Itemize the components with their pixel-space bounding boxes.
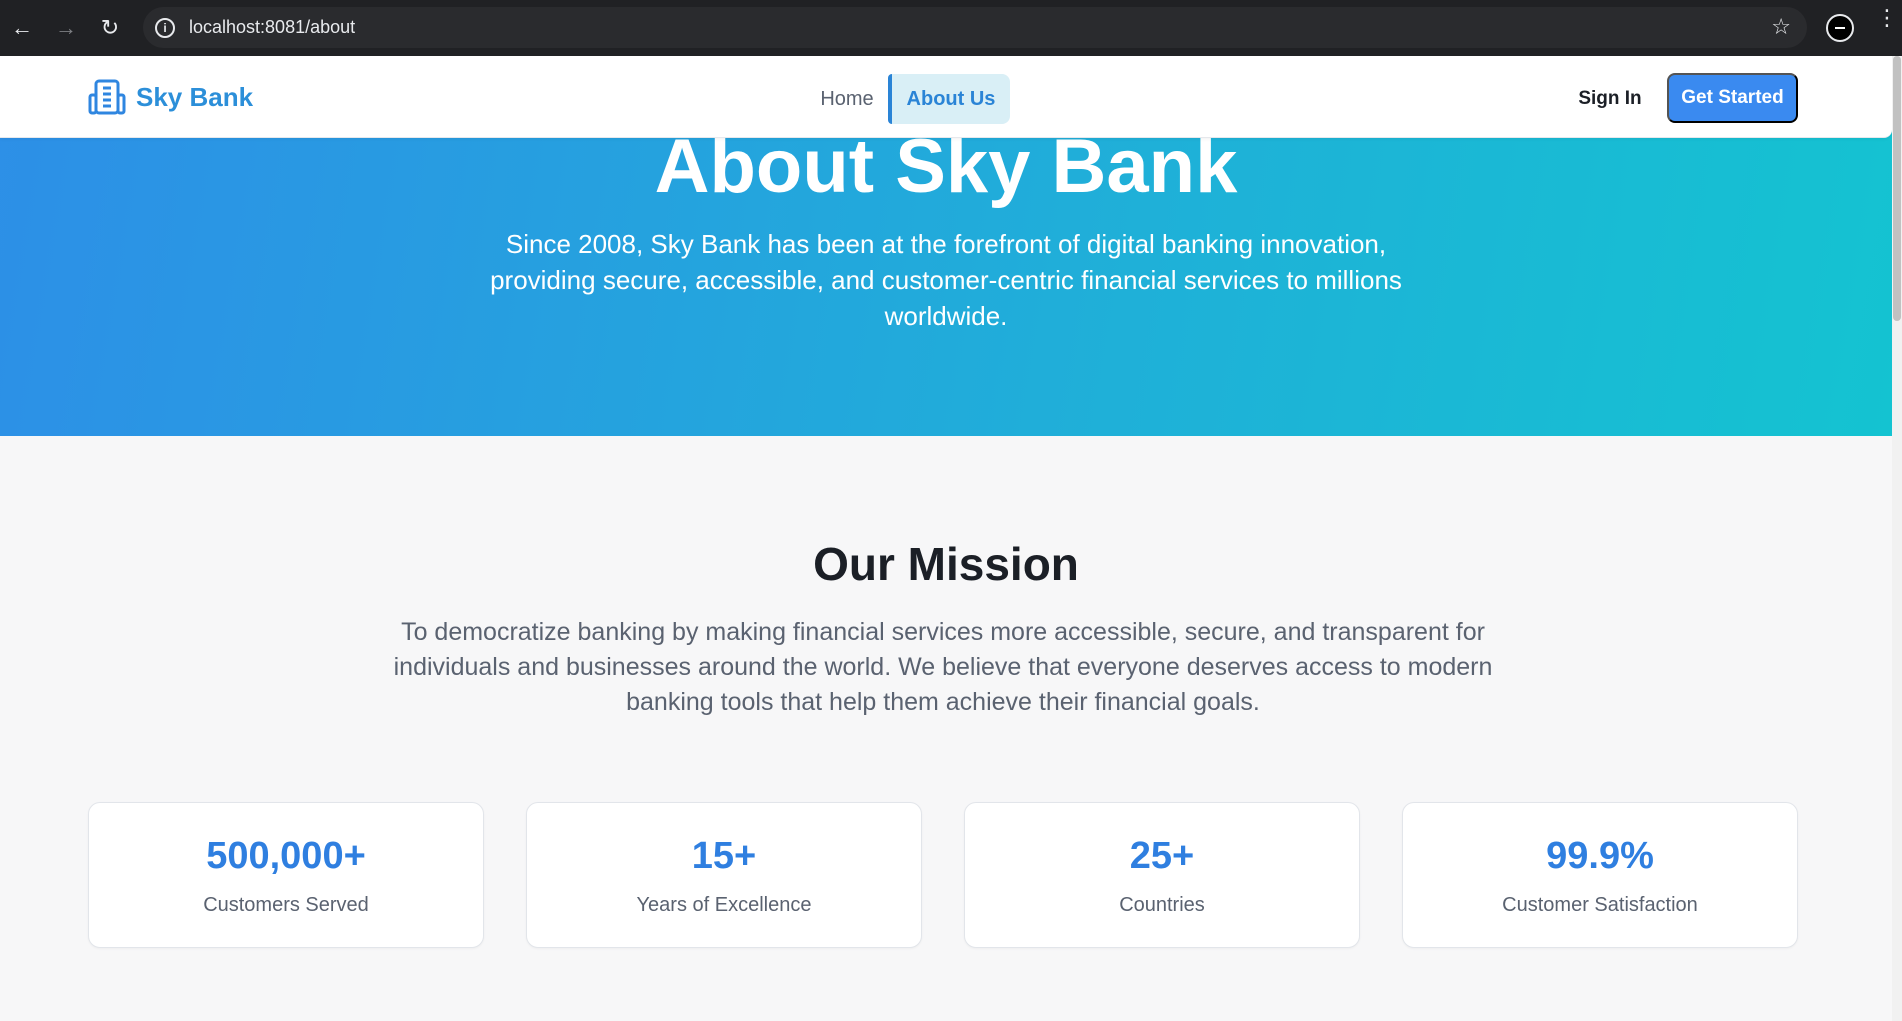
stat-card-countries: 25+ Countries bbox=[964, 802, 1360, 948]
address-bar[interactable]: i localhost:8081/about ☆ bbox=[143, 7, 1807, 48]
back-icon[interactable]: ← bbox=[6, 12, 38, 44]
browser-toolbar: ← → ↻ i localhost:8081/about ☆ ⋮ bbox=[0, 0, 1902, 56]
stat-label: Customers Served bbox=[203, 894, 369, 916]
brand-name: Sky Bank bbox=[136, 81, 254, 112]
scrollbar-thumb[interactable] bbox=[1893, 56, 1901, 321]
stat-label: Years of Excellence bbox=[636, 894, 812, 916]
profile-avatar[interactable] bbox=[1826, 14, 1854, 42]
page-viewport: About Sky Bank Since 2008, Sky Bank has … bbox=[0, 56, 1892, 1021]
stats-grid: 500,000+ Customers Served 15+ Years of E… bbox=[88, 802, 1798, 948]
bookmark-star-icon[interactable]: ☆ bbox=[1771, 14, 1791, 40]
reload-icon[interactable]: ↻ bbox=[94, 12, 126, 44]
stat-card-customers: 500,000+ Customers Served bbox=[88, 802, 484, 948]
site-info-icon[interactable]: i bbox=[155, 17, 175, 38]
stat-card-years: 15+ Years of Excellence bbox=[526, 802, 922, 948]
stat-card-satisfaction: 99.9% Customer Satisfaction bbox=[1402, 802, 1798, 948]
site-header: Sky Bank Home About Us Sign In Get Start… bbox=[0, 56, 1892, 138]
nav-home-link[interactable]: Home bbox=[804, 74, 890, 124]
building-icon bbox=[88, 79, 126, 115]
get-started-button[interactable]: Get Started bbox=[1667, 73, 1798, 123]
stat-value: 25+ bbox=[1129, 835, 1195, 877]
stat-value: 15+ bbox=[691, 835, 757, 877]
stat-value: 99.9% bbox=[1546, 835, 1654, 877]
stat-label: Customer Satisfaction bbox=[1502, 894, 1698, 916]
mission-title: Our Mission bbox=[813, 538, 1079, 590]
browser-menu-icon[interactable]: ⋮ bbox=[1876, 7, 1898, 29]
sign-in-link[interactable]: Sign In bbox=[1566, 74, 1654, 124]
page-scrollbar[interactable] bbox=[1892, 56, 1902, 1021]
url-text[interactable]: localhost:8081/about bbox=[189, 17, 355, 38]
stat-label: Countries bbox=[1119, 894, 1205, 916]
stat-value: 500,000+ bbox=[206, 835, 366, 877]
forward-icon[interactable]: → bbox=[50, 12, 82, 44]
logo[interactable]: Sky Bank bbox=[88, 78, 253, 116]
mission-text: To democratize banking by making financi… bbox=[393, 618, 1493, 716]
hero-subtitle: Since 2008, Sky Bank has been at the for… bbox=[490, 229, 1402, 331]
nav-about-link[interactable]: About Us bbox=[888, 74, 1010, 124]
